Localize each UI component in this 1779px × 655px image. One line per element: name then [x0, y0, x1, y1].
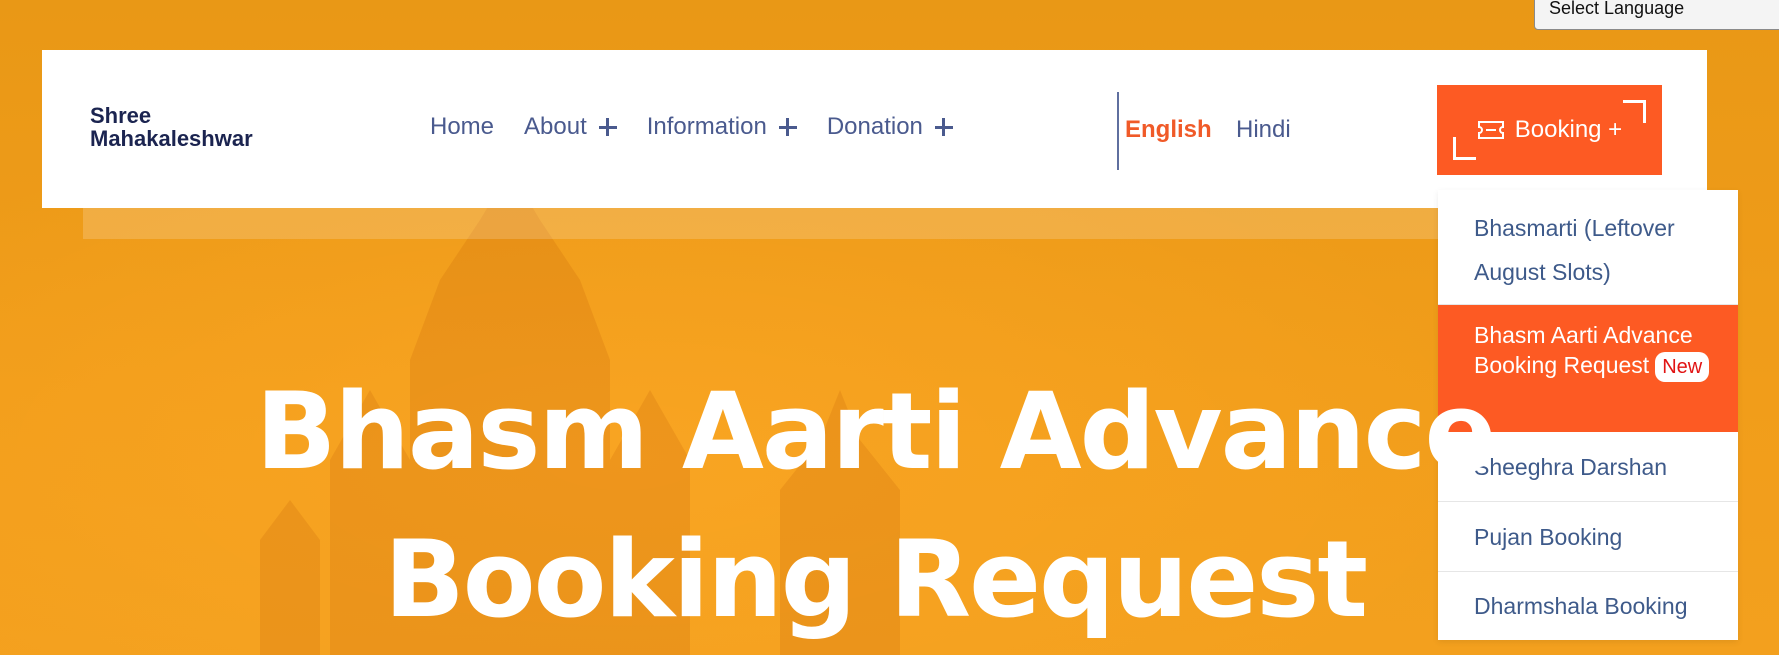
plus-icon	[778, 118, 797, 136]
plus-icon	[934, 118, 953, 136]
nav-item-label: Information	[646, 113, 767, 140]
dropdown-item-bhasmarti-leftover[interactable]: Bhasmarti (Leftover August Slots)	[1438, 190, 1738, 305]
corner-bracket-decoration	[1453, 137, 1476, 160]
nav-item-donation[interactable]: Donation	[827, 113, 953, 141]
nav-item-about[interactable]: About	[524, 113, 617, 141]
site-logo[interactable]: Shree Mahakaleshwar	[90, 104, 253, 150]
language-english-link[interactable]: English	[1125, 116, 1212, 144]
plus-icon	[598, 118, 617, 136]
logo-line1: Shree	[90, 103, 152, 128]
nav-item-label: About	[524, 113, 587, 140]
nav-item-home[interactable]: Home	[430, 113, 494, 141]
main-nav: Home About Information Donation	[430, 113, 983, 141]
dropdown-item-label: Bhasmarti (Leftover August Slots)	[1474, 215, 1675, 285]
booking-button-label: Booking +	[1514, 116, 1623, 143]
ticket-icon	[1477, 121, 1504, 139]
logo-line2: Mahakaleshwar	[90, 126, 253, 151]
language-select[interactable]: Select Language	[1534, 0, 1779, 30]
nav-item-label: Home	[430, 113, 495, 140]
nav-item-information[interactable]: Information	[647, 113, 797, 141]
nav-divider	[1117, 92, 1119, 170]
page-title: Bhasm Aarti Advance Booking Request	[255, 370, 1497, 641]
booking-button[interactable]: Booking +	[1437, 85, 1662, 175]
corner-bracket-decoration	[1623, 100, 1646, 123]
site-header: Shree Mahakaleshwar Home About Informati…	[42, 50, 1707, 208]
nav-item-label: Donation	[826, 113, 923, 140]
language-hindi-link[interactable]: Hindi	[1236, 116, 1291, 144]
